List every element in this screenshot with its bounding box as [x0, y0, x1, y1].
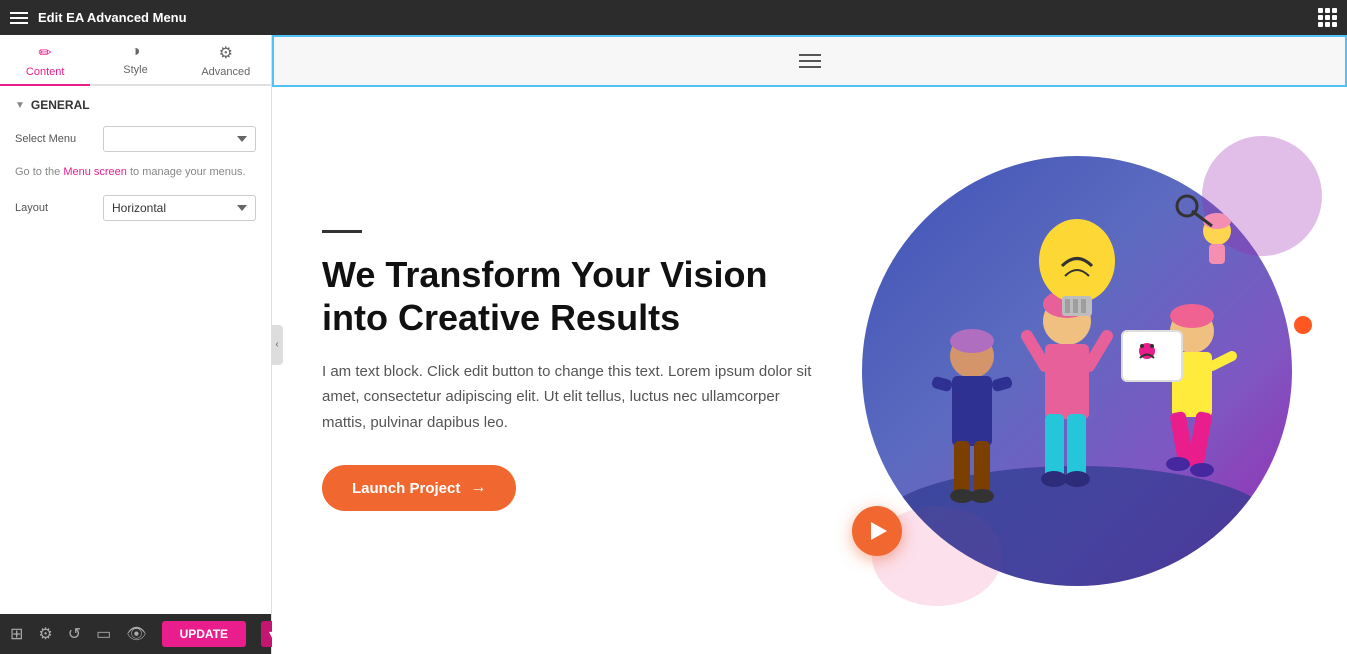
panel-tabs: ✏ Content ◑ Style ⚙ Advanced	[0, 35, 271, 86]
section-title: General	[31, 98, 90, 112]
style-icon: ◑	[131, 43, 141, 61]
layout-dropdown[interactable]: Horizontal Vertical Dropdown	[103, 195, 256, 221]
right-content: We Transform Your Vision into Creative R…	[272, 35, 1347, 654]
hero-illustration	[862, 156, 1292, 586]
page-title: Edit EA Advanced Menu	[38, 10, 1308, 25]
advanced-icon: ⚙	[219, 43, 233, 63]
help-text-suffix: to manage your menus.	[127, 166, 246, 178]
select-menu-label: Select Menu	[15, 133, 95, 145]
history-icon[interactable]: ↺	[68, 624, 81, 644]
collapse-panel-handle[interactable]: ‹	[271, 325, 283, 365]
tab-advanced-label: Advanced	[201, 66, 250, 78]
hero-title: We Transform Your Vision into Creative R…	[322, 253, 822, 339]
deco-circle-orange	[1294, 316, 1312, 334]
layout-label: Layout	[15, 202, 95, 214]
launch-project-label: Launch Project	[352, 480, 460, 497]
tab-content-label: Content	[26, 66, 65, 78]
bottom-bar: ⊞ ⚙ ↺ ▭ 👁 UPDATE ▾	[0, 614, 271, 654]
responsive-icon[interactable]: ▭	[96, 624, 111, 644]
hamburger-menu-icon[interactable]	[10, 12, 28, 24]
layout-control: Horizontal Vertical Dropdown	[103, 195, 256, 221]
tab-style-label: Style	[123, 64, 147, 76]
select-menu-dropdown[interactable]	[103, 126, 256, 152]
left-panel: ✏ Content ◑ Style ⚙ Advanced ▼ General S…	[0, 35, 272, 654]
help-text: Go to the Menu screen to manage your men…	[15, 164, 256, 181]
grid-apps-icon[interactable]	[1318, 8, 1337, 27]
hero-divider	[322, 230, 362, 233]
play-button[interactable]	[852, 506, 902, 556]
general-section-header: ▼ General	[15, 98, 256, 112]
select-menu-control	[103, 126, 256, 152]
update-button[interactable]: UPDATE	[162, 621, 246, 647]
hero-body: I am text block. Click edit button to ch…	[322, 359, 822, 436]
launch-project-button[interactable]: Launch Project →	[322, 465, 516, 511]
help-text-prefix: Go to the	[15, 166, 63, 178]
tab-content[interactable]: ✏ Content	[0, 35, 90, 86]
top-bar: Edit EA Advanced Menu	[0, 0, 1347, 35]
tab-advanced[interactable]: ⚙ Advanced	[181, 35, 271, 86]
menu-bar-preview	[272, 35, 1347, 87]
layers-icon[interactable]: ⊞	[10, 624, 23, 644]
hero-svg-illustration	[862, 156, 1292, 586]
chevron-down-icon: ▼	[15, 100, 25, 111]
arrow-right-icon: →	[470, 479, 486, 497]
settings-icon[interactable]: ⚙	[38, 624, 52, 644]
tab-style[interactable]: ◑ Style	[90, 35, 180, 86]
main-layout: ✏ Content ◑ Style ⚙ Advanced ▼ General S…	[0, 35, 1347, 654]
menu-screen-link[interactable]: Menu screen	[63, 166, 127, 178]
content-icon: ✏	[38, 43, 51, 63]
panel-content: ▼ General Select Menu Go to the Menu scr…	[0, 86, 271, 614]
menu-hamburger-preview	[799, 54, 821, 68]
preview-icon[interactable]: 👁	[126, 624, 146, 644]
select-menu-row: Select Menu	[15, 126, 256, 152]
hero-text-block: We Transform Your Vision into Creative R…	[322, 230, 822, 512]
layout-row: Layout Horizontal Vertical Dropdown	[15, 195, 256, 221]
hero-section: We Transform Your Vision into Creative R…	[272, 87, 1347, 654]
